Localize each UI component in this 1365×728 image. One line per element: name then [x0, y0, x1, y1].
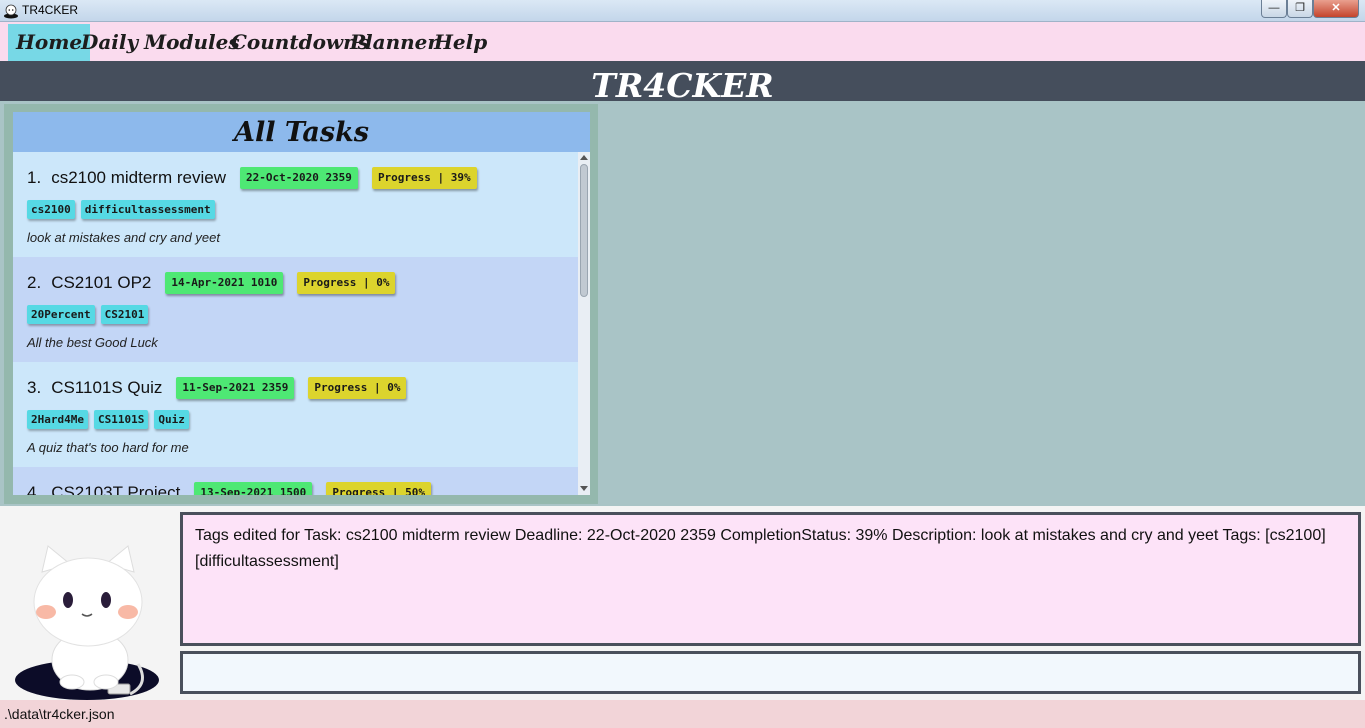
menu-item-help[interactable]: Help [426, 24, 495, 61]
progress-chip: Progress | 0% [308, 377, 407, 399]
command-area: Tags edited for Task: cs2100 midterm rev… [0, 506, 1365, 700]
task-card[interactable]: 4. CS2103T Project 13-Sep-2021 1500 Prog… [13, 467, 578, 495]
task-card[interactable]: 1. cs2100 midterm review 22-Oct-2020 235… [13, 152, 578, 257]
task-header-row: 1. cs2100 midterm review 22-Oct-2020 235… [27, 166, 477, 190]
task-index: 3. [27, 378, 42, 397]
close-icon: ✕ [1331, 2, 1341, 14]
task-header-row: 3. CS1101S Quiz 11-Sep-2021 2359 Progres… [27, 376, 407, 400]
task-name: cs2100 midterm review [51, 168, 226, 187]
task-panel: All Tasks 1. cs2100 midterm review 22-Oc… [4, 104, 598, 504]
tag-chip: 2Hard4Me [27, 410, 88, 429]
tag-chip: cs2100 [27, 200, 75, 219]
task-name: CS2101 OP2 [51, 273, 152, 292]
close-button[interactable]: ✕ [1313, 0, 1359, 18]
deadline-chip: 14-Apr-2021 1010 [165, 272, 284, 294]
task-index: 1. [27, 168, 42, 187]
task-header-row: 2. CS2101 OP2 14-Apr-2021 1010 Progress … [27, 271, 396, 295]
progress-chip: Progress | 50% [326, 482, 432, 495]
progress-chip: Progress | 0% [297, 272, 396, 294]
deadline-chip: 13-Sep-2021 1500 [194, 482, 313, 495]
minimize-icon: — [1268, 2, 1280, 14]
task-tags: 20Percent CS2101 [27, 305, 149, 325]
task-list-scrollbar[interactable] [578, 152, 590, 495]
maximize-icon: ❐ [1295, 2, 1305, 14]
tag-chip: difficultassessment [80, 200, 215, 219]
progress-chip: Progress | 39% [371, 167, 477, 189]
banner-title: TR4CKER [591, 66, 774, 105]
scroll-up-icon[interactable] [580, 155, 588, 160]
app-window: TR4CKER — ❐ ✕ Home Daily Modules Countdo… [0, 0, 1365, 728]
task-description: look at mistakes and cry and yeet [27, 230, 220, 245]
task-name: CS1101S Quiz [51, 378, 163, 397]
task-description: A quiz that's too hard for me [27, 440, 189, 455]
task-list-header: All Tasks [13, 112, 590, 152]
app-cat-icon [4, 4, 18, 19]
window-title: TR4CKER [22, 3, 79, 17]
command-input[interactable] [180, 651, 1361, 694]
task-card[interactable]: 2. CS2101 OP2 14-Apr-2021 1010 Progress … [13, 257, 578, 362]
tag-chip: CS1101S [93, 410, 149, 429]
app-banner: TR4CKER [0, 61, 1365, 105]
deadline-chip: 22-Oct-2020 2359 [239, 167, 358, 189]
task-tags: cs2100 difficultassessment [27, 200, 215, 220]
scroll-down-icon[interactable] [580, 486, 588, 491]
window-titlebar[interactable]: TR4CKER — ❐ ✕ [0, 0, 1365, 22]
cat-mascot-icon [15, 545, 159, 700]
maximize-button[interactable]: ❐ [1287, 0, 1313, 18]
tag-chip: CS2101 [100, 305, 149, 324]
scrollbar-thumb[interactable] [580, 164, 588, 297]
task-index: 2. [27, 273, 42, 292]
deadline-chip: 11-Sep-2021 2359 [176, 377, 295, 399]
task-header-row: 4. CS2103T Project 13-Sep-2021 1500 Prog… [27, 481, 432, 495]
task-card[interactable]: 3. CS1101S Quiz 11-Sep-2021 2359 Progres… [13, 362, 578, 467]
task-tags: 2Hard4Me CS1101S Quiz [27, 410, 189, 430]
tag-chip: 20Percent [27, 305, 95, 324]
tag-chip: Quiz [154, 410, 189, 429]
minimize-button[interactable]: — [1261, 0, 1287, 18]
task-description: All the best Good Luck [27, 335, 158, 350]
menu-bar: Home Daily Modules Countdowns Planner He… [0, 22, 1365, 61]
task-name: CS2103T Project [51, 483, 181, 495]
result-display[interactable]: Tags edited for Task: cs2100 midterm rev… [180, 512, 1361, 646]
task-index: 4. [27, 483, 42, 495]
status-bar-file-path: .\data\tr4cker.json [0, 700, 1365, 728]
task-list[interactable]: 1. cs2100 midterm review 22-Oct-2020 235… [13, 152, 578, 495]
